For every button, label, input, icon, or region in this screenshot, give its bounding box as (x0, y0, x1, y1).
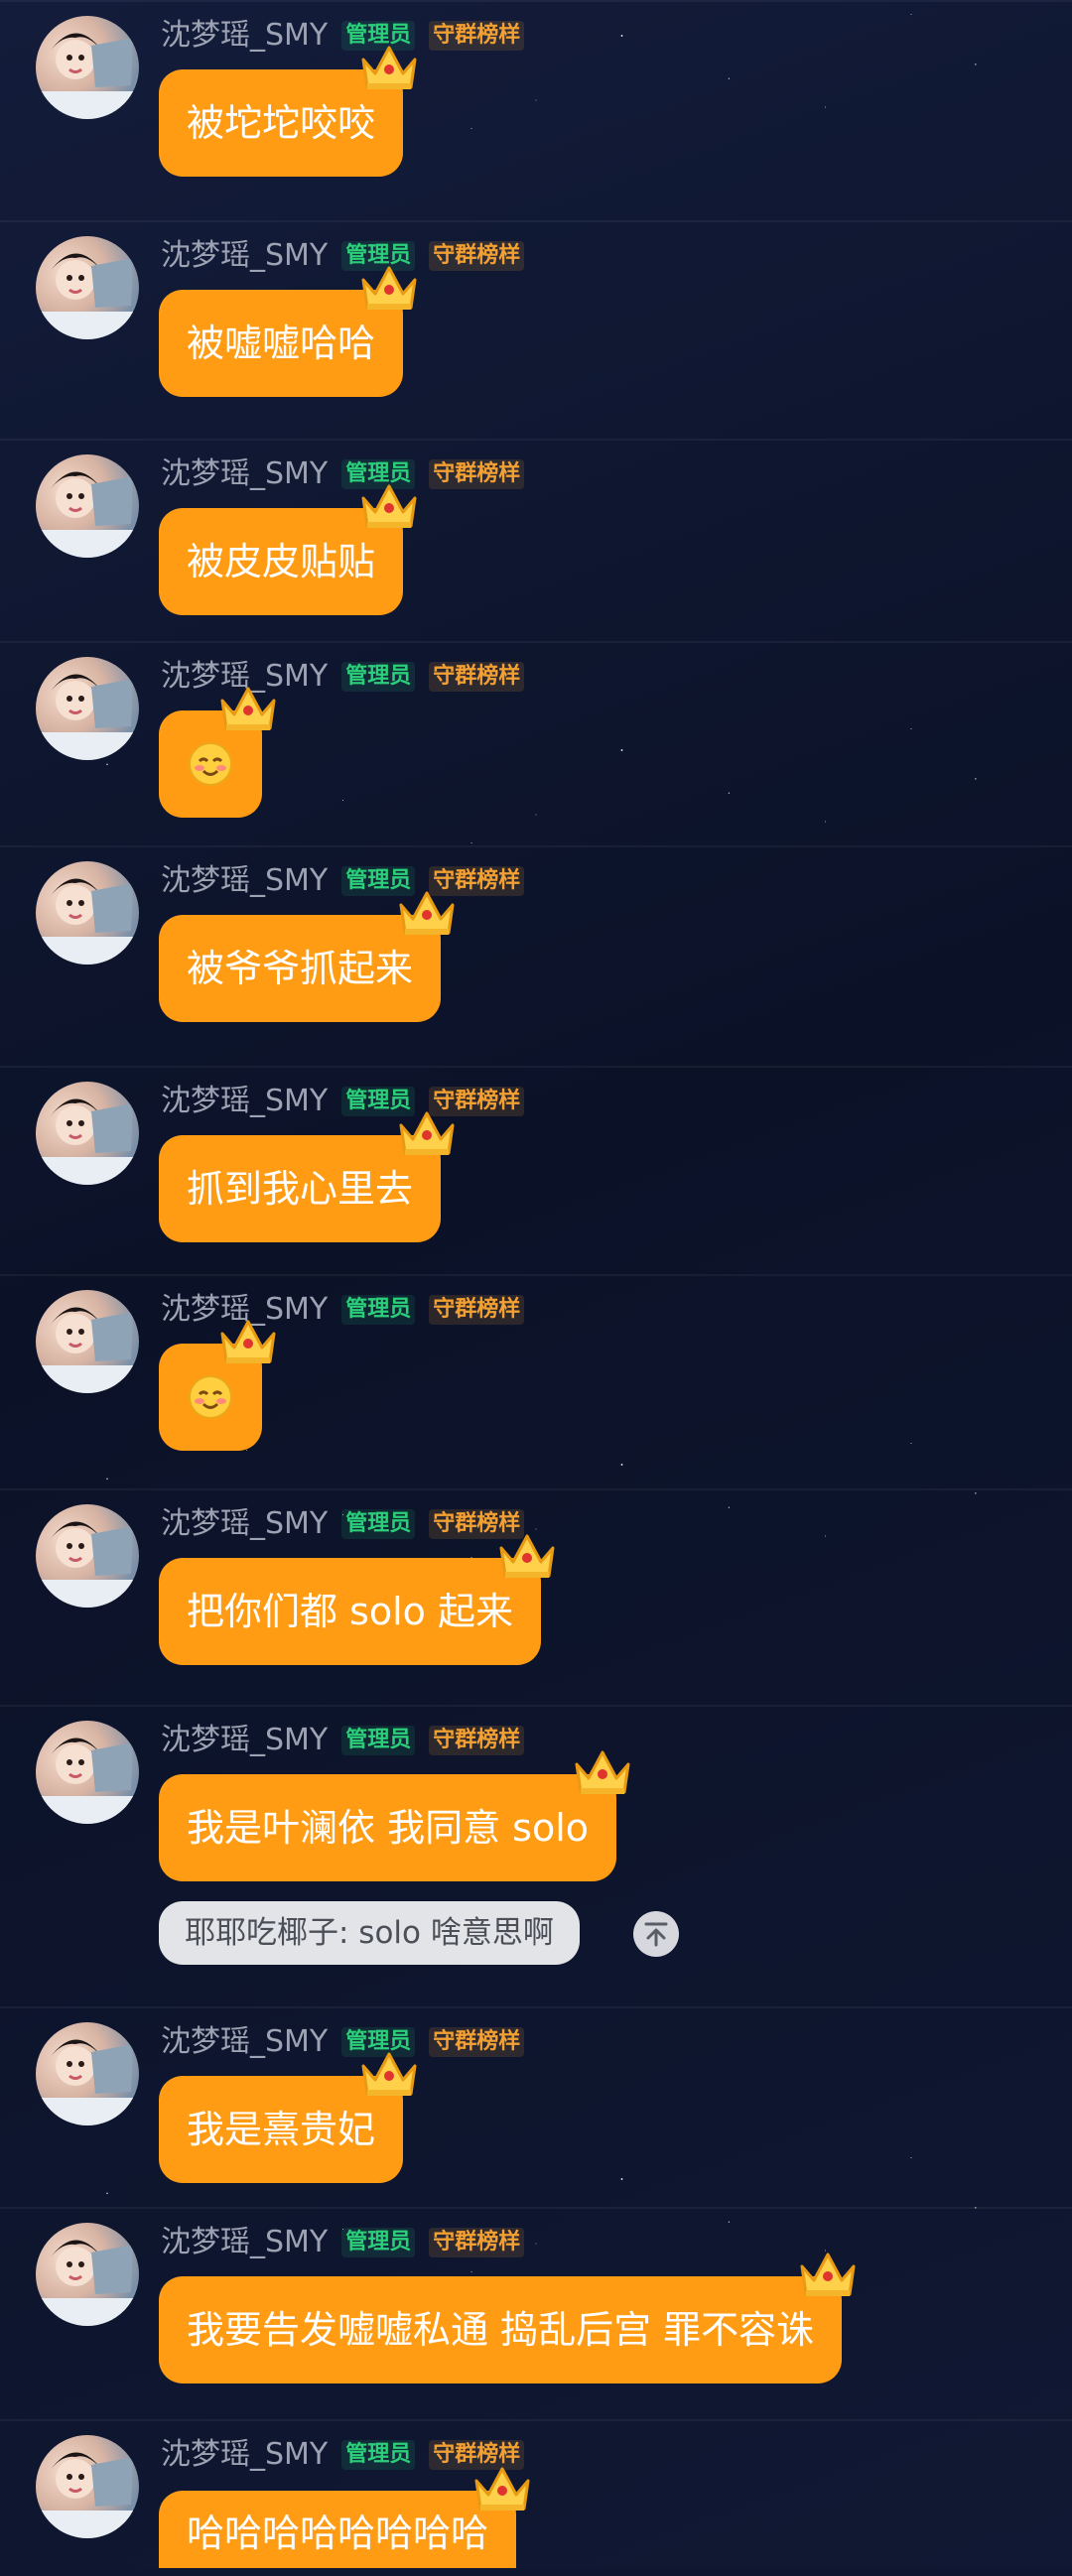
sender-name[interactable]: 沈梦瑶_SMY (161, 2022, 328, 2062)
crown-icon (220, 687, 276, 730)
sender-info: 沈梦瑶_SMY 管理员 守群榜样 (161, 657, 525, 697)
sender-info: 沈梦瑶_SMY 管理员 守群榜样 (161, 2022, 525, 2062)
smiling-blush-emoji (189, 741, 232, 786)
guard-badge: 守群榜样 (429, 1295, 525, 1325)
sender-name[interactable]: 沈梦瑶_SMY (161, 1721, 328, 1760)
guard-badge: 守群榜样 (429, 2027, 525, 2057)
sender-info: 沈梦瑶_SMY 管理员 守群榜样 (161, 16, 525, 56)
message-text: 把你们都 solo 起来 (187, 1590, 514, 1633)
sender-info: 沈梦瑶_SMY 管理员 守群榜样 (161, 1082, 525, 1121)
crown-icon (361, 484, 417, 528)
reply-quote[interactable]: 耶耶吃椰子: solo 啥意思啊 (159, 1901, 580, 1965)
admin-badge: 管理员 (341, 2440, 416, 2470)
admin-badge: 管理员 (341, 1295, 416, 1325)
sender-info: 沈梦瑶_SMY 管理员 守群榜样 (161, 454, 525, 494)
message-bubble[interactable] (159, 1320, 276, 1451)
crown-icon (499, 1534, 555, 1578)
sender-name[interactable]: 沈梦瑶_SMY (161, 1504, 328, 1544)
message-divider (0, 2419, 1072, 2421)
message-divider (0, 1488, 1072, 1490)
message-bubble[interactable]: 被坨坨咬咬 (159, 46, 417, 177)
message-text: 被坨坨咬咬 (187, 101, 376, 145)
message-text: 我是熹贵妃 (187, 2108, 376, 2151)
admin-badge: 管理员 (341, 1509, 416, 1539)
message-divider (0, 220, 1072, 222)
message-bubble[interactable]: 被爷爷抓起来 (159, 891, 455, 1022)
message-text: 哈哈哈哈哈哈哈哈 (187, 2512, 489, 2555)
avatar[interactable] (36, 2435, 139, 2538)
scroll-to-top-icon[interactable] (633, 1911, 679, 1957)
avatar[interactable] (36, 16, 139, 119)
crown-icon (575, 1750, 630, 1794)
message-text: 我是叶澜依 我同意 solo (187, 1806, 590, 1850)
message-divider (0, 439, 1072, 441)
avatar[interactable] (36, 2022, 139, 2125)
avatar[interactable] (36, 236, 139, 339)
guard-badge: 守群榜样 (429, 2228, 525, 2257)
message-bubble[interactable]: 被皮皮贴贴 (159, 484, 417, 615)
sender-name[interactable]: 沈梦瑶_SMY (161, 16, 328, 56)
avatar[interactable] (36, 1504, 139, 1608)
crown-icon (220, 1320, 276, 1363)
message-divider (0, 2207, 1072, 2209)
message-bubble[interactable] (159, 687, 276, 818)
message-bubble[interactable]: 被嘘嘘哈哈 (159, 266, 417, 397)
message-divider (0, 0, 1072, 2)
admin-badge: 管理员 (341, 662, 416, 692)
guard-badge: 守群榜样 (429, 662, 525, 692)
message-bubble[interactable]: 我是叶澜依 我同意 solo (159, 1750, 630, 1881)
avatar[interactable] (36, 1290, 139, 1393)
message-text: 抓到我心里去 (187, 1167, 414, 1211)
avatar[interactable] (36, 657, 139, 760)
admin-badge: 管理员 (341, 1726, 416, 1755)
message-bubble[interactable]: 哈哈哈哈哈哈哈哈 (159, 2467, 530, 2568)
avatar[interactable] (36, 861, 139, 965)
message-divider (0, 845, 1072, 847)
crown-icon (361, 266, 417, 310)
sender-info: 沈梦瑶_SMY 管理员 守群榜样 (161, 1290, 525, 1330)
guard-badge: 守群榜样 (429, 459, 525, 489)
avatar[interactable] (36, 1721, 139, 1824)
message-text: 被嘘嘘哈哈 (187, 322, 376, 365)
message-divider (0, 1274, 1072, 1276)
avatar[interactable] (36, 2223, 139, 2326)
sender-name[interactable]: 沈梦瑶_SMY (161, 236, 328, 276)
sender-info: 沈梦瑶_SMY 管理员 守群榜样 (161, 236, 525, 276)
message-divider (0, 2006, 1072, 2008)
avatar[interactable] (36, 454, 139, 558)
guard-badge: 守群榜样 (429, 1726, 525, 1755)
sender-info: 沈梦瑶_SMY 管理员 守群榜样 (161, 2223, 525, 2262)
guard-badge: 守群榜样 (429, 21, 525, 51)
avatar[interactable] (36, 1082, 139, 1185)
crown-icon (361, 2052, 417, 2096)
crown-icon (800, 2253, 856, 2296)
message-divider (0, 1705, 1072, 1707)
message-text: 被皮皮贴贴 (187, 540, 376, 583)
message-text: 我要告发嘘嘘私通 捣乱后宫 罪不容诛 (187, 2308, 815, 2352)
sender-info: 沈梦瑶_SMY 管理员 守群榜样 (161, 1504, 525, 1544)
crown-icon (361, 46, 417, 89)
admin-badge: 管理员 (341, 2228, 416, 2257)
message-bubble[interactable]: 把你们都 solo 起来 (159, 1534, 555, 1665)
message-bubble[interactable]: 我要告发嘘嘘私通 捣乱后宫 罪不容诛 (159, 2253, 856, 2383)
crown-icon (399, 1111, 455, 1155)
sender-name[interactable]: 沈梦瑶_SMY (161, 2223, 328, 2262)
sender-info: 沈梦瑶_SMY 管理员 守群榜样 (161, 861, 525, 901)
message-bubble[interactable]: 我是熹贵妃 (159, 2052, 417, 2183)
crown-icon (399, 891, 455, 935)
message-divider (0, 1066, 1072, 1068)
sender-name[interactable]: 沈梦瑶_SMY (161, 2435, 328, 2475)
smiling-blush-emoji (189, 1374, 232, 1419)
sender-name[interactable]: 沈梦瑶_SMY (161, 454, 328, 494)
sender-info: 沈梦瑶_SMY 管理员 守群榜样 (161, 1721, 525, 1760)
message-bubble[interactable]: 抓到我心里去 (159, 1111, 455, 1242)
message-text: 被爷爷抓起来 (187, 947, 414, 990)
sender-name[interactable]: 沈梦瑶_SMY (161, 861, 328, 901)
crown-icon (474, 2467, 530, 2511)
sender-name[interactable]: 沈梦瑶_SMY (161, 1082, 328, 1121)
guard-badge: 守群榜样 (429, 241, 525, 271)
message-divider (0, 641, 1072, 643)
